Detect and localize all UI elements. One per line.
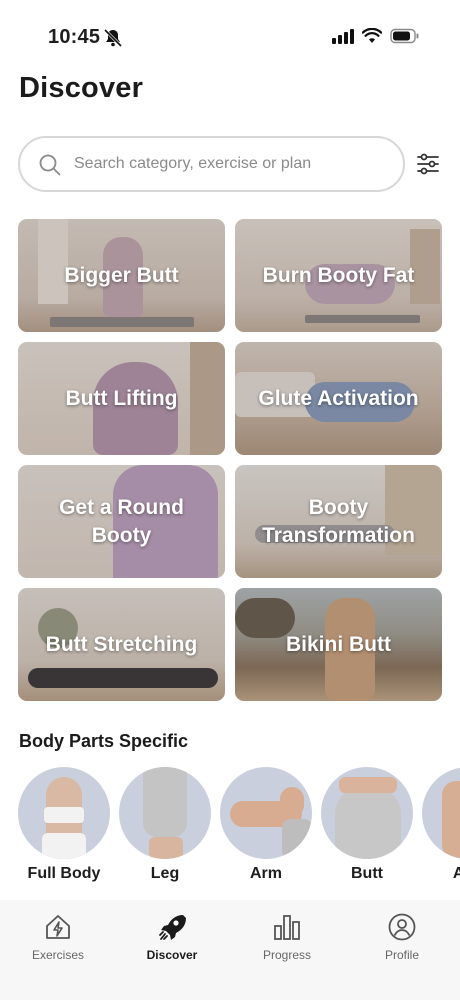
nav-label: Exercises <box>31 948 84 962</box>
bottom-nav: Exercises Discover Progress Profile <box>0 900 460 1000</box>
category-label: Booty Transformation <box>262 495 415 547</box>
category-card[interactable]: Bigger Butt <box>18 219 225 332</box>
body-part-item[interactable]: Full Body <box>18 767 110 889</box>
body-part-label: Arm <box>249 865 282 882</box>
category-label: Bigger Butt <box>64 263 179 287</box>
body-part-label: Butt <box>351 865 383 882</box>
nav-label: Profile <box>384 948 419 962</box>
category-grid: Bigger Butt Burn Booty Fat Butt Lifting … <box>18 219 443 701</box>
nav-item-progress[interactable]: Progress <box>242 912 332 972</box>
battery-icon <box>390 28 419 44</box>
category-card[interactable]: Butt Lifting <box>18 342 225 455</box>
nav-item-discover[interactable]: Discover <box>127 912 217 972</box>
nav-label: Discover <box>146 948 198 962</box>
body-part-photo <box>321 767 413 859</box>
category-label: Butt Stretching <box>45 632 198 656</box>
page-title: Discover <box>19 72 144 104</box>
status-bar: 10:45 <box>0 0 460 76</box>
body-part-photo <box>18 767 110 859</box>
category-card[interactable]: Booty Transformation <box>235 465 442 578</box>
body-part-label: Leg <box>150 865 180 882</box>
rocket-icon <box>157 912 187 942</box>
category-label: Burn Booty Fat <box>262 263 415 287</box>
status-time: 10:45 <box>48 26 101 48</box>
category-card[interactable]: Glute Activation <box>235 342 442 455</box>
category-card[interactable]: Butt Stretching <box>18 588 225 701</box>
nav-item-profile[interactable]: Profile <box>357 912 447 972</box>
user-circle-icon <box>387 912 417 942</box>
body-part-item[interactable]: Butt <box>321 767 413 889</box>
category-label: Bikini Butt <box>286 632 391 656</box>
body-part-photo <box>220 767 312 859</box>
search-icon <box>39 154 61 176</box>
category-label: Butt Lifting <box>65 386 178 410</box>
bar-chart-icon <box>272 912 302 942</box>
body-parts-carousel[interactable]: Full Body Leg Arm Butt Abs <box>18 767 460 889</box>
body-part-item[interactable]: Arm <box>220 767 312 889</box>
category-label: Get a Round Booty <box>59 495 184 547</box>
category-label: Glute Activation <box>258 386 419 410</box>
category-card[interactable]: Bikini Butt <box>235 588 442 701</box>
category-card[interactable]: Burn Booty Fat <box>235 219 442 332</box>
body-part-photo <box>422 767 460 859</box>
nav-label: Progress <box>262 948 312 962</box>
nav-item-exercises[interactable]: Exercises <box>13 912 103 972</box>
section-title: Body Parts Specific <box>19 731 189 751</box>
body-part-item[interactable]: Abs <box>422 767 460 889</box>
body-part-photo <box>119 767 211 859</box>
house-bolt-icon <box>43 912 73 942</box>
body-part-label: Full Body <box>27 865 101 882</box>
category-card[interactable]: Get a Round Booty <box>18 465 225 578</box>
sliders-icon <box>417 153 439 175</box>
wifi-icon <box>362 28 382 43</box>
filter-button[interactable] <box>414 150 442 178</box>
search-input[interactable] <box>74 150 394 178</box>
cellular-signal-icon <box>332 28 354 44</box>
body-part-label: Abs <box>452 865 460 882</box>
body-part-item[interactable]: Leg <box>119 767 211 889</box>
search-bar[interactable] <box>18 136 405 192</box>
bell-off-icon <box>103 28 123 48</box>
